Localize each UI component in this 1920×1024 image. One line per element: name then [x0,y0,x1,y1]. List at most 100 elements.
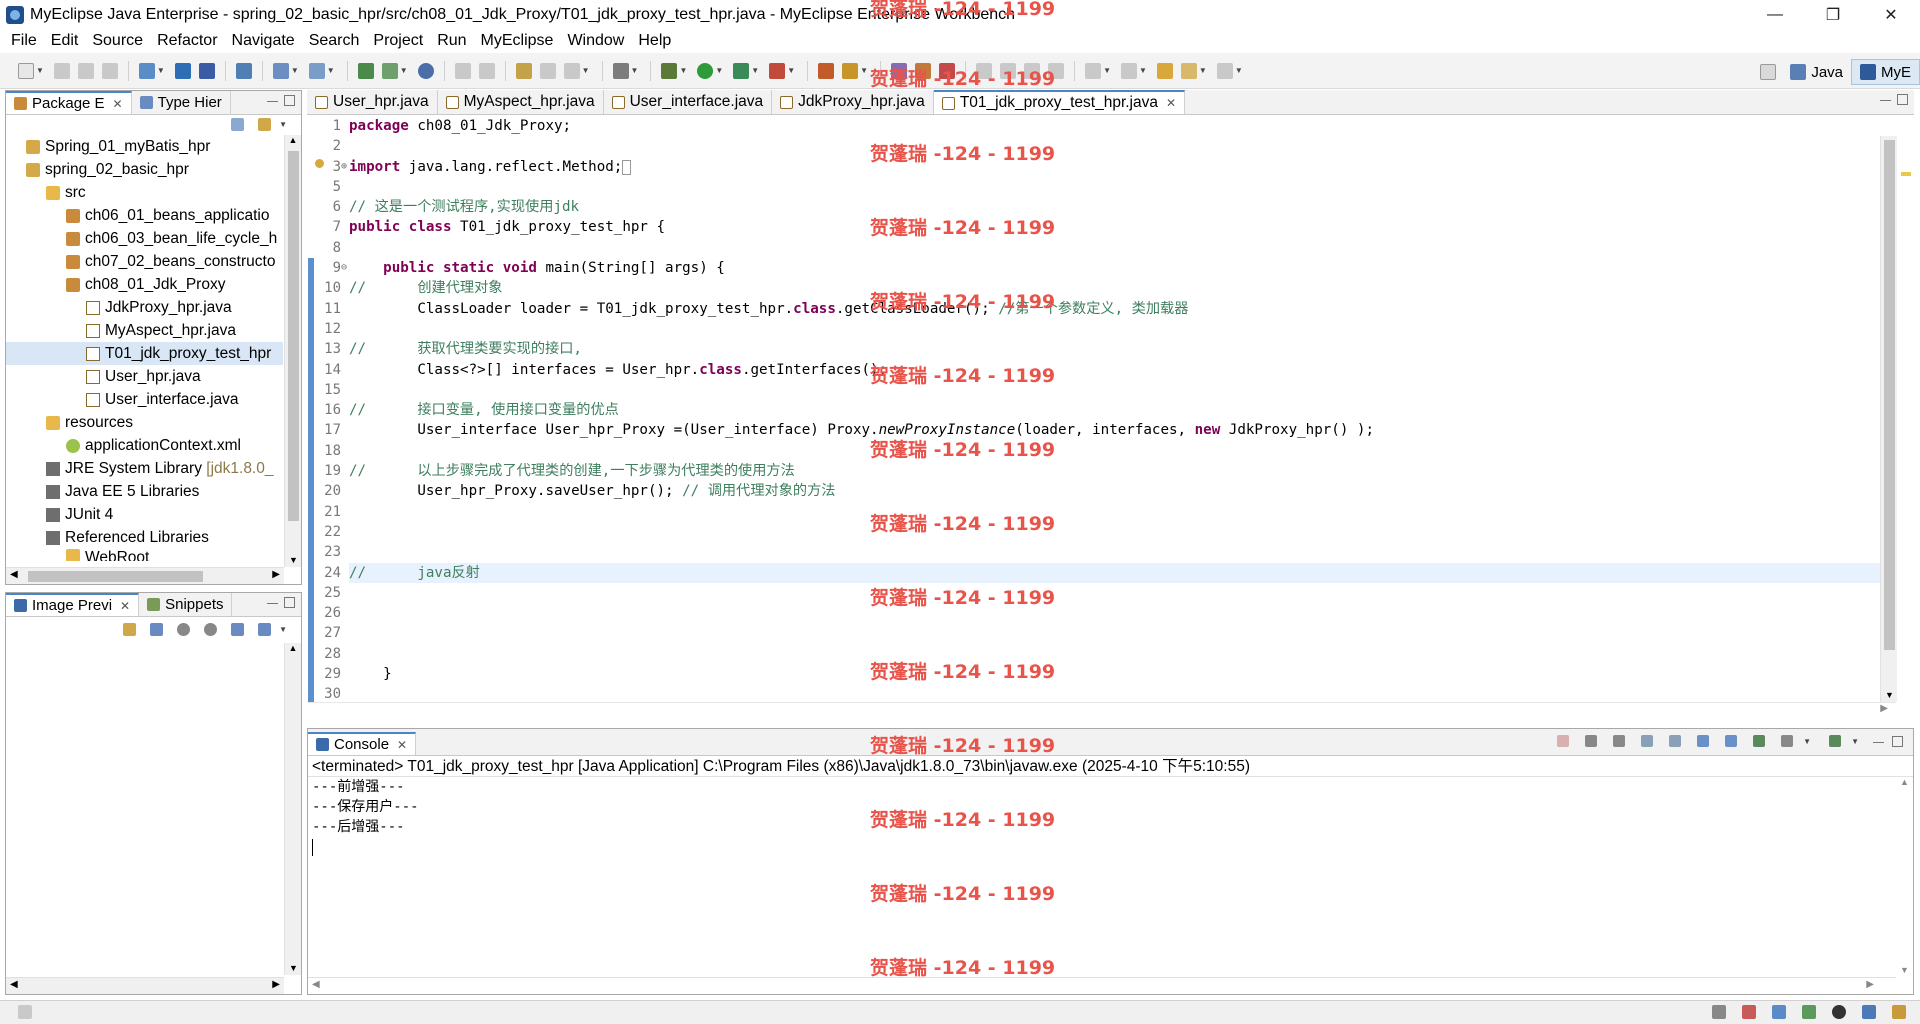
status-icon-5[interactable] [1832,1005,1846,1019]
chevron-down-icon[interactable]: ▼ [1235,66,1243,75]
chevron-down-icon[interactable]: ▼ [157,66,165,75]
print-icon[interactable] [101,62,118,79]
save-all-icon[interactable] [77,62,94,79]
chevron-down-icon[interactable]: ▼ [582,66,590,75]
new-package-icon[interactable] [842,62,859,79]
tree-item[interactable]: Referenced Libraries [6,526,283,549]
maximize-editor-icon[interactable] [1897,94,1908,105]
maximize-view-icon[interactable] [284,597,295,608]
chevron-down-icon[interactable]: ▼ [860,66,868,75]
package-tree-vscrollbar[interactable]: ▲ ▼ [284,135,301,567]
new-java-project-icon[interactable] [818,62,835,79]
image-preview-vscrollbar[interactable]: ▲ ▼ [284,643,301,975]
minimize-view-icon[interactable] [267,101,278,104]
show-on-output-icon[interactable] [1697,735,1710,747]
tab-type-hierarchy[interactable]: Type Hier [132,91,231,114]
tree-item[interactable]: Spring_01_myBatis_hpr [6,135,283,158]
chevron-down-icon[interactable]: ▼ [751,66,759,75]
view-menu-icon[interactable]: ▼ [279,120,287,129]
console-icon[interactable] [612,62,629,79]
scroll-right-icon[interactable]: ▶ [272,979,280,990]
chevron-down-icon[interactable]: ▼ [1851,737,1859,746]
maximize-view-icon[interactable] [1892,735,1903,747]
tree-item[interactable]: ch08_01_Jdk_Proxy [6,273,283,296]
menu-project[interactable]: Project [366,29,430,53]
menu-navigate[interactable]: Navigate [225,29,302,53]
scroll-down-icon[interactable]: ▼ [1881,690,1898,700]
package-tree-hscrollbar[interactable]: ◀ ▶ [6,567,284,584]
clear-console-icon[interactable] [1641,735,1654,747]
tree-item[interactable]: JdkProxy_hpr.java [6,296,283,319]
run-icon[interactable] [697,62,714,79]
external-tools-icon[interactable] [769,62,786,79]
overview-ruler[interactable] [1897,136,1914,702]
menu-source[interactable]: Source [85,29,150,53]
tree-item[interactable]: ch06_01_beans_applicatio [6,204,283,227]
code-editor[interactable]: 1 package ch08_01_Jdk_Proxy; 2 3 ⊕ import j… [307,116,1896,702]
status-icon-4[interactable] [1802,1005,1816,1019]
editor-tab-jdkproxy[interactable]: JdkProxy_hpr.java [772,90,934,114]
tree-item[interactable]: MyAspect_hpr.java [6,319,283,342]
scrollbar-thumb[interactable] [1884,140,1895,650]
scroll-left-icon[interactable]: ◀ [10,979,18,990]
tree-item[interactable]: User_hpr.java [6,365,283,388]
image-preview-hscrollbar[interactable]: ◀ ▶ [6,977,284,994]
tree-item[interactable]: applicationContext.xml [6,434,283,457]
scroll-right-icon[interactable]: ▶ [1866,979,1874,990]
status-icon-7[interactable] [1892,1005,1906,1019]
tree-item[interactable]: User_interface.java [6,388,283,411]
remove-all-icon[interactable] [1613,735,1626,747]
console-output[interactable]: ---前增强--- ---保存用户--- ---后增强--- [308,777,1913,857]
deploy-server-icon[interactable] [357,62,374,79]
editor-hscrollbar[interactable]: ▶ [307,702,1896,719]
close-button[interactable]: ✕ [1862,0,1920,29]
actual-size-icon[interactable] [231,622,245,636]
tree-item[interactable]: JUnit 4 [6,503,283,526]
tree-item-selected[interactable]: T01_jdk_proxy_test_hpr [6,342,283,365]
view-menu-icon[interactable]: ▼ [279,625,287,634]
chevron-down-icon[interactable]: ▼ [787,66,795,75]
tree-item[interactable]: spring_02_basic_hpr [6,158,283,181]
tree-item[interactable]: Java EE 5 Libraries [6,480,283,503]
link-with-editor-icon[interactable] [258,118,272,131]
sync-icon[interactable] [478,62,495,79]
restore-button[interactable]: ❐ [1804,0,1862,29]
scroll-down-icon[interactable]: ▼ [1896,965,1913,975]
warning-marker[interactable] [1901,172,1911,176]
fold-expand-icon[interactable]: ⊕ [341,157,347,177]
chevron-down-icon[interactable]: ▼ [327,66,335,75]
menu-help[interactable]: Help [631,29,678,53]
tree-item[interactable]: ch07_02_beans_constructo [6,250,283,273]
pin-console-icon[interactable] [1753,735,1766,747]
open-perspective-icon[interactable] [1760,64,1777,80]
perspective-java[interactable]: Java [1782,59,1851,85]
tab-image-preview[interactable]: Image Previ ✕ [6,593,140,616]
tree-item[interactable]: src [6,181,283,204]
run-server-icon[interactable] [381,62,398,79]
console-vscrollbar[interactable]: ▲ ▼ [1896,777,1913,977]
scroll-down-icon[interactable]: ▼ [285,555,302,565]
scroll-up-icon[interactable]: ▲ [285,135,301,149]
fast-view-icon[interactable] [18,1005,32,1019]
tools-icon[interactable] [308,62,325,79]
minimize-button[interactable]: — [1746,0,1804,29]
chevron-down-icon[interactable]: ▼ [679,66,687,75]
scroll-right-icon[interactable]: ▶ [1880,703,1888,714]
minimize-editor-icon[interactable] [1880,100,1891,103]
tree-item[interactable]: resources [6,411,283,434]
console-hscrollbar[interactable]: ◀ ▶ [308,977,1896,994]
status-icon-6[interactable] [1862,1005,1876,1019]
git-icon[interactable] [454,62,471,79]
show-on-error-icon[interactable] [1725,735,1738,747]
forward-icon[interactable] [1216,62,1233,79]
editor-vscrollbar[interactable]: ▼ [1880,136,1897,702]
chevron-down-icon[interactable]: ▼ [1103,66,1111,75]
display-console-icon[interactable] [1781,735,1794,747]
menu-myeclipse[interactable]: MyEclipse [474,29,561,53]
status-icon-3[interactable] [1772,1005,1786,1019]
next-annotation-icon[interactable] [1085,62,1102,79]
new-icon[interactable] [18,62,34,79]
zoom-in-icon[interactable] [204,622,218,636]
tree-item[interactable]: JRE System Library [jdk1.8.0_ [6,457,283,480]
save-icon[interactable] [53,62,70,79]
